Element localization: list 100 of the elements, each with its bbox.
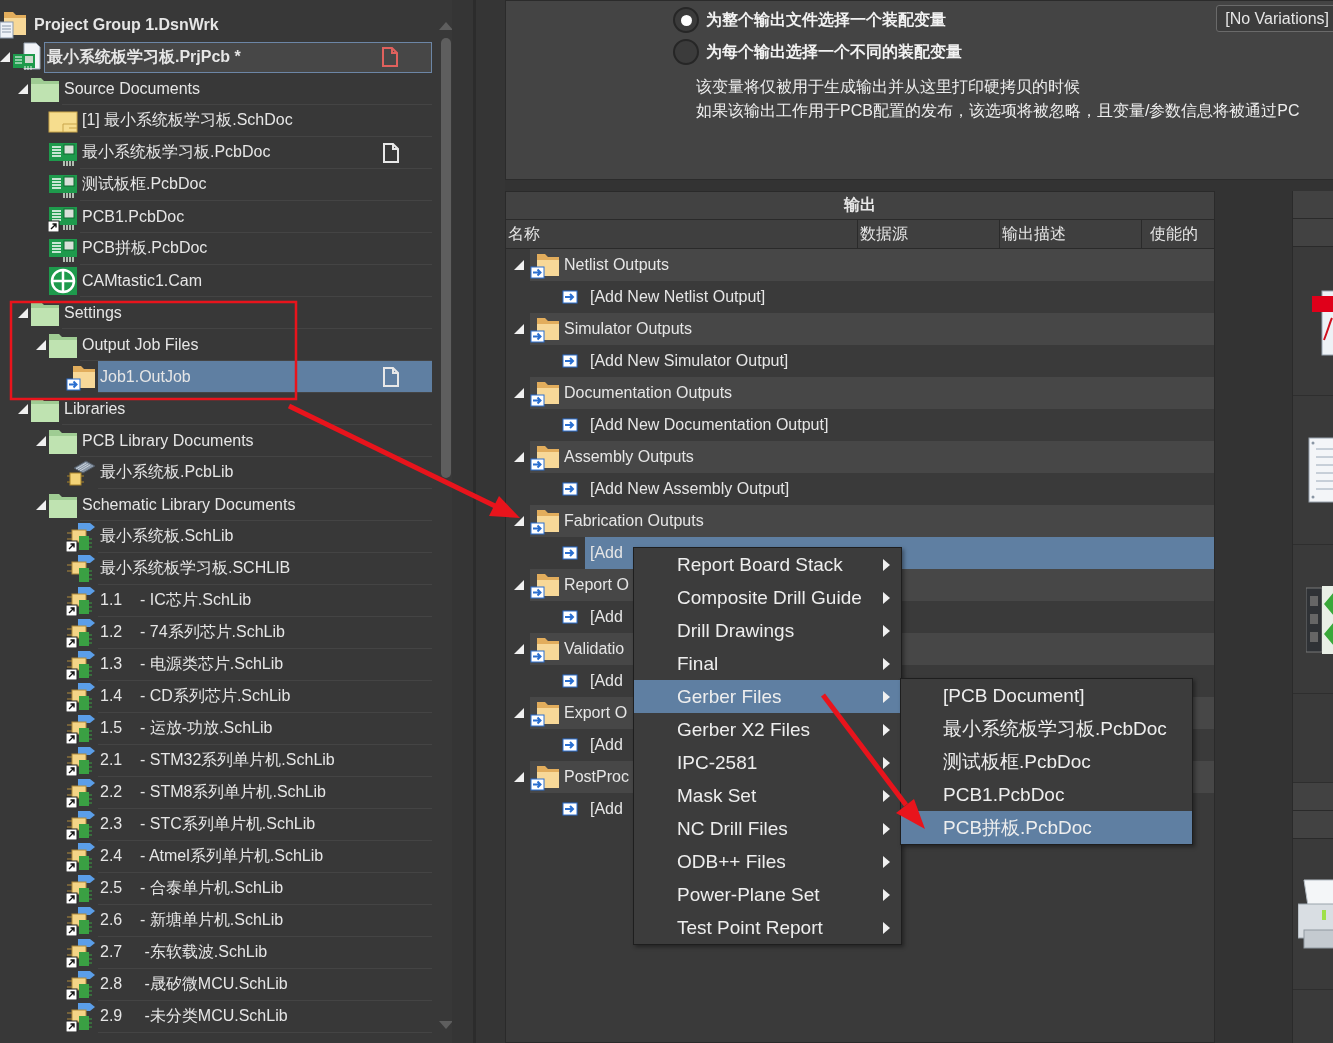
menu-item[interactable]: 最小系统板学习板.PcbDoc bbox=[901, 712, 1192, 745]
tree-item[interactable]: 2.8 -晟矽微MCU.SchLib bbox=[98, 969, 432, 1001]
radio-button[interactable] bbox=[673, 7, 699, 33]
tree-item[interactable]: 2.4 - Atmel系列单片机.SchLib bbox=[98, 841, 432, 873]
add-output-icon bbox=[562, 418, 578, 432]
menu-item[interactable]: ODB++ Files bbox=[634, 845, 901, 878]
tree-item[interactable]: 2.7 -东软载波.SchLib bbox=[98, 937, 432, 969]
tree-item[interactable]: 1.2 - 74系列芯片.SchLib bbox=[98, 617, 432, 649]
variant-dropdown[interactable]: [No Variations] bbox=[1216, 5, 1333, 32]
radio-button[interactable] bbox=[673, 39, 699, 65]
menu-item[interactable]: [PCB Document] bbox=[901, 679, 1192, 712]
add-output-item[interactable]: [Add New Documentation Output] bbox=[585, 409, 833, 441]
expanded-arrow-icon[interactable] bbox=[514, 516, 524, 526]
group-name[interactable]: Simulator Outputs bbox=[564, 320, 693, 338]
radio-label[interactable]: 为每个输出选择一个不同的装配变量 bbox=[706, 41, 962, 63]
add-output-item[interactable]: [Add bbox=[585, 729, 627, 761]
tree-item[interactable]: 2.3 - STC系列单片机.SchLib bbox=[98, 809, 432, 841]
tree-item[interactable]: Source Documents bbox=[62, 73, 432, 105]
tree-item[interactable]: 最小系统板学习板.PcbDoc bbox=[80, 137, 432, 169]
menu-item[interactable]: Mask Set bbox=[634, 779, 901, 812]
radio-label[interactable]: 为整个输出文件选择一个装配变量 bbox=[706, 9, 946, 31]
tree-item[interactable]: 2.2 - STM8系列单片机.SchLib bbox=[98, 777, 432, 809]
description-text: 如果该输出工作用于PCB配置的发布，该选项将被忽略，且变量/参数信息将被通过PC bbox=[696, 101, 1301, 121]
expanded-arrow-icon[interactable] bbox=[36, 340, 46, 350]
scrollbar-thumb[interactable] bbox=[441, 38, 451, 478]
expanded-arrow-icon[interactable] bbox=[514, 708, 524, 718]
expanded-arrow-icon[interactable] bbox=[514, 452, 524, 462]
add-output-icon bbox=[562, 738, 578, 752]
tree-item[interactable]: PCB1.PcbDoc bbox=[80, 201, 432, 233]
group-name[interactable]: Fabrication Outputs bbox=[564, 512, 704, 530]
menu-item[interactable]: Gerber Files bbox=[634, 680, 901, 713]
group-name[interactable]: Assembly Outputs bbox=[564, 448, 694, 466]
menu-item[interactable]: Drill Drawings bbox=[634, 614, 901, 647]
group-name[interactable]: Export O bbox=[564, 704, 628, 722]
tree-item[interactable]: PCB Library Documents bbox=[80, 425, 432, 457]
video-icon[interactable] bbox=[1306, 584, 1333, 654]
add-output-item[interactable]: [Add New Assembly Output] bbox=[585, 473, 794, 505]
tree-item[interactable]: 最小系统板.SchLib bbox=[98, 521, 432, 553]
tree-item[interactable]: 2.6 - 新塘单片机.SchLib bbox=[98, 905, 432, 937]
tree-item[interactable]: 最小系统板.PcbLib bbox=[98, 457, 432, 489]
expanded-arrow-icon[interactable] bbox=[0, 52, 10, 62]
add-output-item[interactable]: [Add bbox=[585, 601, 627, 633]
tree-item[interactable]: [1] 最小系统板学习板.SchDoc bbox=[80, 105, 432, 137]
menu-item[interactable]: IPC-2581 bbox=[634, 746, 901, 779]
expanded-arrow-icon[interactable] bbox=[18, 84, 28, 94]
expanded-arrow-icon[interactable] bbox=[514, 260, 524, 270]
add-output-item[interactable]: [Add New Simulator Output] bbox=[585, 345, 793, 377]
tree-item[interactable]: 2.9 -未分类MCU.SchLib bbox=[98, 1001, 432, 1033]
group-name[interactable]: PostProc bbox=[564, 768, 629, 786]
column-header[interactable]: 名称 bbox=[506, 220, 858, 248]
menu-item[interactable]: PCB1.PcbDoc bbox=[901, 778, 1192, 811]
expanded-arrow-icon[interactable] bbox=[514, 324, 524, 334]
expanded-arrow-icon[interactable] bbox=[514, 388, 524, 398]
menu-item[interactable]: Power-Plane Set bbox=[634, 878, 901, 911]
add-output-icon bbox=[562, 674, 578, 688]
expanded-arrow-icon[interactable] bbox=[18, 308, 28, 318]
expanded-arrow-icon[interactable] bbox=[18, 404, 28, 414]
tree-item[interactable]: Schematic Library Documents bbox=[80, 489, 432, 521]
menu-item[interactable]: PCB拼板.PcbDoc bbox=[901, 811, 1192, 844]
add-output-icon bbox=[562, 290, 578, 304]
tree-item[interactable]: CAMtastic1.Cam bbox=[80, 265, 432, 297]
tree-item[interactable]: 最小系统板学习板.SCHLIB bbox=[98, 553, 432, 585]
tree-item[interactable]: 1.5 - 运放-功放.SchLib bbox=[98, 713, 432, 745]
add-output-item[interactable]: [Add bbox=[585, 793, 627, 825]
menu-item[interactable]: NC Drill Files bbox=[634, 812, 901, 845]
column-header[interactable]: 使能的 bbox=[1142, 220, 1214, 248]
group-name[interactable]: Report O bbox=[564, 576, 629, 594]
tree-item[interactable]: Project Group 1.DsnWrk bbox=[32, 9, 432, 41]
expanded-arrow-icon[interactable] bbox=[514, 580, 524, 590]
group-name[interactable]: Netlist Outputs bbox=[564, 256, 669, 274]
add-output-item[interactable]: [Add bbox=[585, 665, 627, 697]
menu-item[interactable]: Test Point Report bbox=[634, 911, 901, 944]
expanded-arrow-icon[interactable] bbox=[514, 644, 524, 654]
group-name[interactable]: Documentation Outputs bbox=[564, 384, 733, 402]
tree-item[interactable]: 2.1 - STM32系列单片机.SchLib bbox=[98, 745, 432, 777]
add-output-item[interactable]: [Add New Netlist Output] bbox=[585, 281, 770, 313]
tree-item[interactable]: 1.1 - IC芯片.SchLib bbox=[98, 585, 432, 617]
expanded-arrow-icon[interactable] bbox=[36, 500, 46, 510]
expanded-arrow-icon[interactable] bbox=[36, 436, 46, 446]
tree-item[interactable]: PCB拼板.PcbDoc bbox=[80, 233, 432, 265]
column-header[interactable]: 输出描述 bbox=[1000, 220, 1142, 248]
project-icon bbox=[12, 42, 42, 72]
tree-item[interactable]: 最小系统板学习板.PrjPcb * bbox=[44, 41, 432, 73]
column-header[interactable]: 数据源 bbox=[858, 220, 1000, 248]
tree-item[interactable]: 1.3 - 电源类芯片.SchLib bbox=[98, 649, 432, 681]
group-name[interactable]: Validatio bbox=[564, 640, 625, 658]
tree-item[interactable]: 测试板框.PcbDoc bbox=[80, 169, 432, 201]
menu-item[interactable]: Composite Drill Guide bbox=[634, 581, 901, 614]
printer-icon[interactable] bbox=[1298, 878, 1333, 950]
add-output-icon bbox=[562, 546, 578, 560]
menu-item[interactable]: Report Board Stack bbox=[634, 548, 901, 581]
tree-item[interactable]: Settings bbox=[62, 297, 432, 329]
tree-item[interactable]: 1.4 - CD系列芯片.SchLib bbox=[98, 681, 432, 713]
document-icon[interactable] bbox=[1308, 437, 1333, 503]
expanded-arrow-icon[interactable] bbox=[514, 772, 524, 782]
tree-item[interactable]: 2.5 - 合泰单片机.SchLib bbox=[98, 873, 432, 905]
menu-item[interactable]: Gerber X2 Files bbox=[634, 713, 901, 746]
tree-item[interactable]: Libraries bbox=[62, 393, 432, 425]
menu-item[interactable]: 测试板框.PcbDoc bbox=[901, 745, 1192, 778]
menu-item[interactable]: Final bbox=[634, 647, 901, 680]
